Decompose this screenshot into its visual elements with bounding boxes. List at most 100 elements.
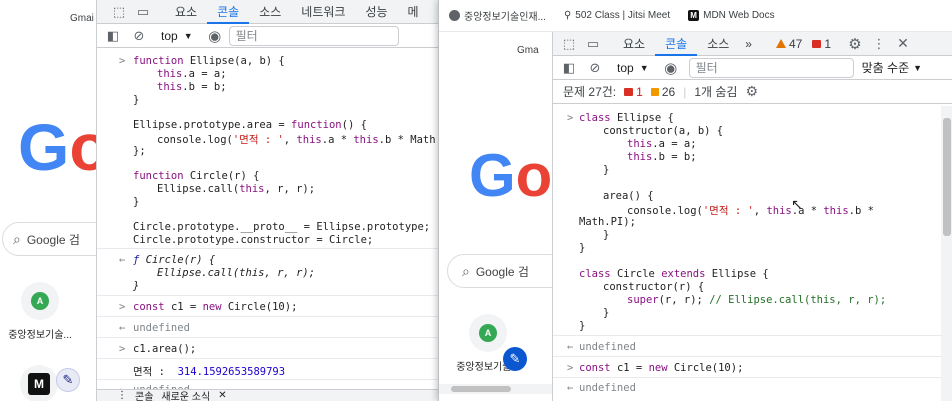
- bookmark-item[interactable]: M MDN Web Docs: [688, 10, 775, 21]
- code-token: super: [627, 294, 659, 306]
- error-count: 1: [824, 36, 832, 51]
- code-token: Ellipse: [616, 112, 662, 124]
- error-icon: [812, 39, 822, 48]
- gmail-link[interactable]: Gma: [517, 45, 539, 56]
- inspect-icon[interactable]: ⬚: [557, 32, 581, 56]
- drawer-menu-icon[interactable]: ⋮: [117, 390, 127, 401]
- horizontal-scrollbar[interactable]: [439, 384, 552, 394]
- code-line: undefined: [579, 382, 636, 394]
- code-line: }: [603, 164, 610, 176]
- code-token: Circle(10);: [227, 301, 298, 313]
- code-line: }: [603, 229, 610, 241]
- customize-button[interactable]: ✎: [503, 347, 527, 371]
- code-comment: // Ellipse.call(this, r, r);: [709, 294, 887, 306]
- code-line: }: [579, 242, 586, 254]
- left-devtools-panel: ⬚ ▭ 요소 콘솔 소스 네트워크 성능 메 ◧ ⊘ top ▼ ◉ 필터 > f…: [96, 0, 438, 401]
- customize-button[interactable]: ✎: [56, 368, 80, 392]
- code-token: Circle(10);: [673, 362, 744, 374]
- code-token: =: [629, 362, 649, 374]
- issues-warning-badge[interactable]: 26: [650, 85, 675, 99]
- tab-console[interactable]: 콘솔: [207, 0, 250, 24]
- sidebar-toggle-icon[interactable]: ◧: [101, 24, 125, 48]
- more-tabs-button[interactable]: »: [739, 32, 758, 56]
- code-token: (a, b) {: [234, 55, 285, 67]
- filter-input[interactable]: 필터: [688, 57, 854, 78]
- mdn-shortcut[interactable]: M: [20, 365, 58, 401]
- error-counter[interactable]: 1: [812, 37, 831, 51]
- bookmark-item[interactable]: 중앙정보기술인재...: [449, 8, 546, 23]
- code-token: .b = b;: [652, 151, 697, 163]
- filter-input[interactable]: 필터: [228, 25, 399, 46]
- code-token: (r) {: [672, 281, 705, 293]
- context-select[interactable]: top ▼: [609, 58, 657, 78]
- inspect-icon[interactable]: ⬚: [107, 0, 131, 24]
- mdn-icon: M: [688, 10, 700, 21]
- divider: [97, 379, 438, 380]
- code-line: }: [579, 320, 586, 332]
- search-icon: ⌕: [13, 230, 21, 247]
- device-toolbar-icon[interactable]: ▭: [581, 32, 605, 56]
- drawer-tab-console[interactable]: 콘솔: [135, 388, 153, 401]
- issues-error-badge[interactable]: 1: [624, 85, 643, 99]
- code-token: class: [579, 112, 617, 124]
- code-token: this: [823, 205, 849, 217]
- code-line: }: [603, 307, 610, 319]
- google-search-box[interactable]: ⌕ Google 검: [447, 254, 552, 288]
- settings-gear-icon[interactable]: ⚙: [843, 32, 867, 56]
- bookmark-item[interactable]: ⚲ 502 Class | Jitsi Meet: [564, 10, 670, 21]
- warning-counter[interactable]: 47: [775, 37, 802, 51]
- settings-gear-icon[interactable]: ⚙: [745, 83, 758, 100]
- drawer-tab-whats-new[interactable]: 새로운 소식: [161, 388, 210, 401]
- google-search-box[interactable]: ⌕ Google 검: [2, 222, 96, 256]
- code-line: undefined: [579, 341, 636, 353]
- device-toolbar-icon[interactable]: ▭: [131, 0, 155, 24]
- code-token: '면적 : ': [232, 134, 284, 146]
- code-token: this: [353, 134, 379, 146]
- code-token: .b * Math.PI: [378, 134, 438, 146]
- tab-elements[interactable]: 요소: [613, 32, 655, 56]
- code-token: {: [661, 112, 674, 124]
- tab-performance[interactable]: 성능: [355, 0, 397, 24]
- tab-sources[interactable]: 소스: [249, 0, 291, 24]
- live-expression-eye-icon[interactable]: ◉: [659, 56, 683, 80]
- vertical-scrollbar[interactable]: [941, 106, 952, 401]
- clear-console-icon[interactable]: ⊘: [127, 24, 151, 48]
- scroll-thumb[interactable]: [943, 118, 951, 236]
- code-token: 314.1592653589793: [177, 366, 286, 378]
- tab-elements[interactable]: 요소: [165, 0, 207, 24]
- result-arrow-icon: ←: [119, 254, 126, 266]
- gmail-link[interactable]: Gmai: [70, 13, 94, 24]
- shortcut-icon: A: [21, 282, 59, 320]
- tab-console[interactable]: 콘솔: [655, 32, 698, 56]
- context-select[interactable]: top ▼: [153, 26, 201, 46]
- bookmark-label: 502 Class | Jitsi Meet: [575, 10, 671, 21]
- error-icon: [624, 87, 634, 96]
- code-token: ,: [283, 134, 297, 146]
- mouse-cursor-icon: ↖: [791, 196, 803, 212]
- clear-console-icon[interactable]: ⊘: [583, 56, 607, 80]
- code-token: Circle: [616, 268, 655, 280]
- sidebar-toggle-icon[interactable]: ◧: [557, 56, 581, 80]
- scroll-thumb[interactable]: [451, 386, 511, 392]
- prompt-arrow-icon: >: [119, 55, 126, 67]
- code-token: , r, r);: [264, 183, 316, 195]
- tab-memory[interactable]: 메: [398, 0, 429, 24]
- close-icon[interactable]: ✕: [891, 32, 915, 56]
- shortcut-tile[interactable]: A 중앙정보기술...: [8, 282, 72, 341]
- tab-sources[interactable]: 소스: [697, 32, 739, 56]
- code-token: Circle(r) {: [145, 254, 216, 266]
- more-options-icon[interactable]: ⋮: [867, 32, 891, 56]
- code-token: Ellipse.call(: [157, 183, 240, 195]
- mdn-icon: M: [28, 373, 50, 395]
- log-level-select[interactable]: 맞춤 수준 ▼: [862, 59, 922, 76]
- code-token: console.log(: [157, 134, 233, 146]
- code-token: constructor: [603, 281, 673, 293]
- tab-network[interactable]: 네트워크: [291, 0, 355, 24]
- jitsi-icon: ⚲: [563, 10, 572, 21]
- filter-placeholder: 필터: [235, 29, 258, 43]
- issues-error-count: 1: [636, 84, 643, 99]
- close-icon[interactable]: ✕: [218, 390, 226, 401]
- console-toolbar: ◧ ⊘ top ▼ ◉ 필터 맞춤 수준 ▼: [553, 56, 952, 80]
- divider: [97, 358, 438, 359]
- live-expression-eye-icon[interactable]: ◉: [203, 24, 227, 48]
